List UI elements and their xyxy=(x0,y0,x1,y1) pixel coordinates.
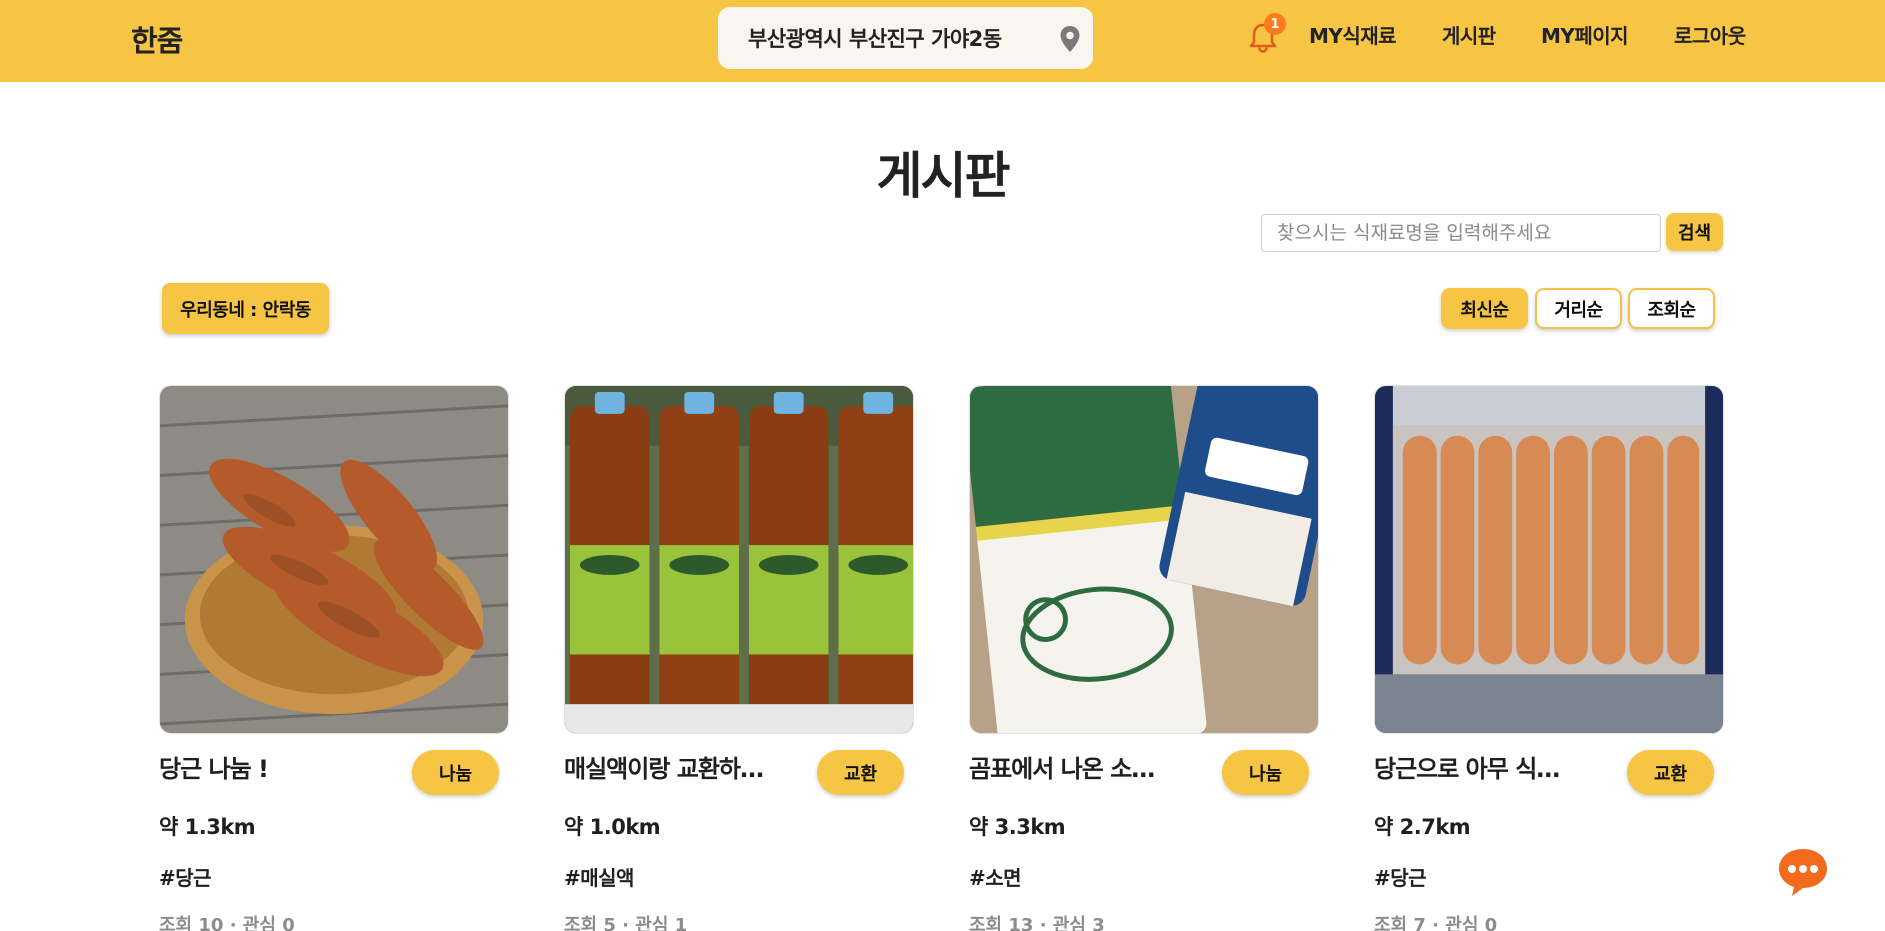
post-title[interactable]: 곰표에서 나온 소… xyxy=(969,749,1199,784)
chat-button[interactable] xyxy=(1776,845,1830,899)
neighborhood-badge[interactable]: 우리동네 : 안락동 xyxy=(162,283,329,334)
app-logo[interactable]: 한줌 xyxy=(131,18,183,60)
post-title[interactable]: 당근 나눔 ! xyxy=(159,749,389,784)
post-tag[interactable]: #매실액 xyxy=(564,862,634,891)
current-location: 부산광역시 부산진구 가야2동 xyxy=(748,27,1002,51)
post-tag[interactable]: #소면 xyxy=(969,862,1022,891)
location-selector[interactable]: 부산광역시 부산진구 가야2동 xyxy=(718,7,1093,69)
top-navigation-bar: 한줌 부산광역시 부산진구 가야2동 1 MY식재료 게시판 MY페이지 로그아… xyxy=(0,0,1885,82)
post-stats: 조회 10 · 관심 0 xyxy=(159,915,295,931)
nav-board[interactable]: 게시판 xyxy=(1442,20,1496,49)
notification-button[interactable]: 1 xyxy=(1246,13,1286,53)
post-distance: 약 1.3km xyxy=(159,815,256,839)
post-image-noodle-package[interactable] xyxy=(969,385,1319,734)
nav-logout[interactable]: 로그아웃 xyxy=(1674,20,1746,49)
post-type-badge: 교환 xyxy=(817,750,904,795)
post-card[interactable]: 당근으로 아무 식… 교환 약 2.7km #당근 조회 7 · 관심 0 xyxy=(1374,385,1724,931)
map-pin-icon xyxy=(1060,26,1080,52)
post-distance: 약 2.7km xyxy=(1374,815,1471,839)
nav-my-ingredients[interactable]: MY식재료 xyxy=(1309,20,1397,49)
post-card[interactable]: 곰표에서 나온 소… 나눔 약 3.3km #소면 조회 13 · 관심 3 xyxy=(969,385,1319,931)
post-distance: 약 3.3km xyxy=(969,815,1066,839)
search-input[interactable] xyxy=(1261,214,1661,252)
search-button[interactable]: 검색 xyxy=(1666,213,1723,251)
notification-count-badge: 1 xyxy=(1264,13,1286,35)
post-tag[interactable]: #당근 xyxy=(159,862,212,891)
post-type-badge: 교환 xyxy=(1627,750,1714,795)
chat-bubble-icon xyxy=(1779,849,1827,896)
post-image-carrots-box[interactable] xyxy=(1374,385,1724,734)
post-type-badge: 나눔 xyxy=(412,750,499,795)
post-image-plum-syrup-bottles[interactable] xyxy=(564,385,914,734)
post-type-badge: 나눔 xyxy=(1222,750,1309,795)
sort-distance-button[interactable]: 거리순 xyxy=(1535,288,1622,329)
post-stats: 조회 5 · 관심 1 xyxy=(564,915,688,931)
post-card[interactable]: 매실액이랑 교환하… 교환 약 1.0km #매실액 조회 5 · 관심 1 xyxy=(564,385,914,931)
post-stats: 조회 13 · 관심 3 xyxy=(969,915,1105,931)
post-title[interactable]: 매실액이랑 교환하… xyxy=(564,749,794,784)
post-distance: 약 1.0km xyxy=(564,815,661,839)
sort-latest-button[interactable]: 최신순 xyxy=(1441,288,1528,329)
sort-views-button[interactable]: 조회순 xyxy=(1628,288,1715,329)
post-tag[interactable]: #당근 xyxy=(1374,862,1427,891)
nav-my-page[interactable]: MY페이지 xyxy=(1541,20,1629,49)
post-title[interactable]: 당근으로 아무 식… xyxy=(1374,749,1604,784)
post-card[interactable]: 당근 나눔 ! 나눔 약 1.3km #당근 조회 10 · 관심 0 xyxy=(159,385,509,931)
post-image-carrots-basket[interactable] xyxy=(159,385,509,734)
post-stats: 조회 7 · 관심 0 xyxy=(1374,915,1498,931)
page-title: 게시판 xyxy=(876,147,1011,205)
